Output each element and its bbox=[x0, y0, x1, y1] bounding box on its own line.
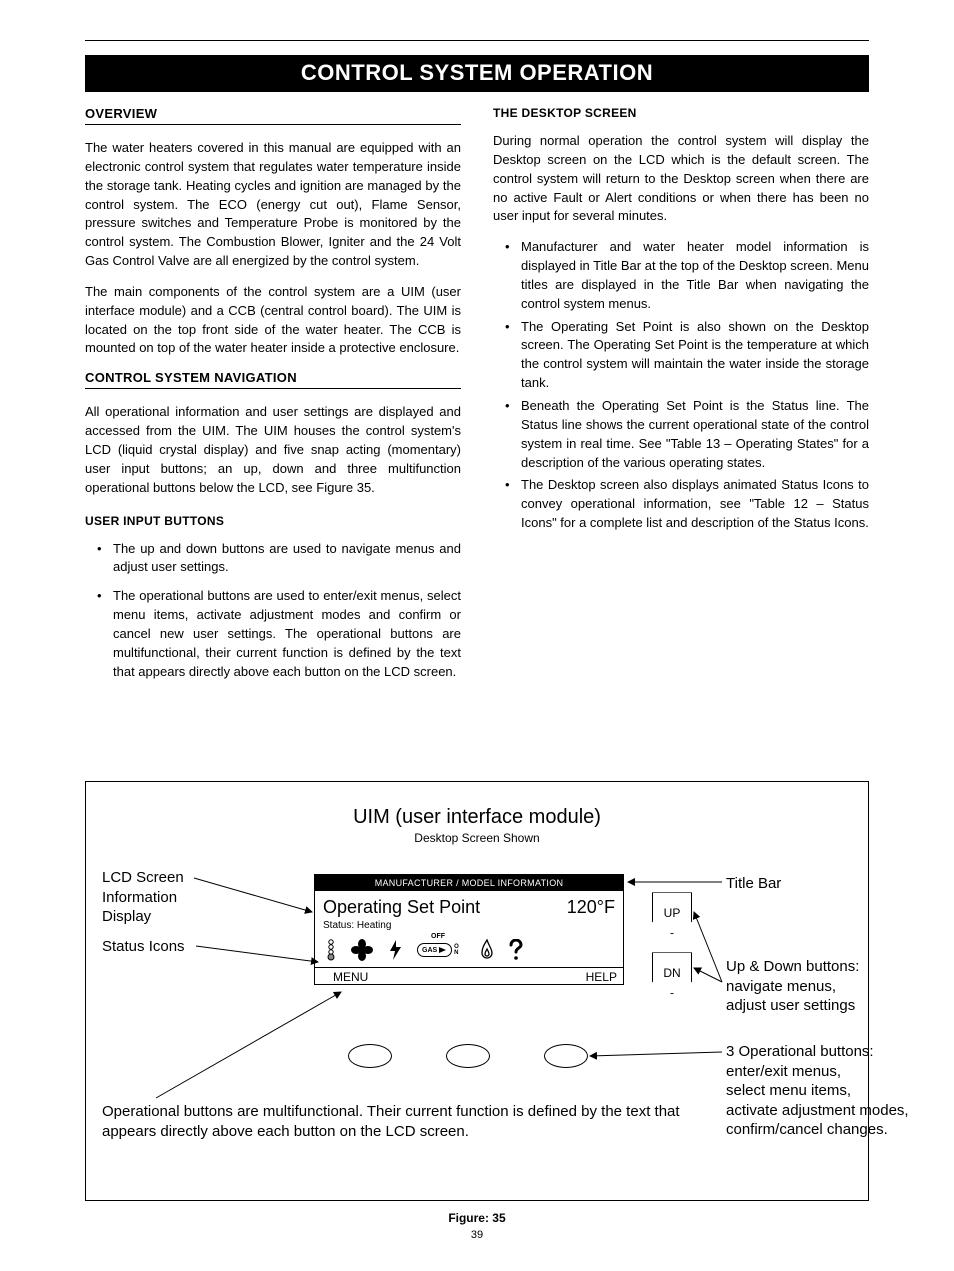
help-label: HELP bbox=[586, 970, 617, 984]
spark-icon bbox=[387, 939, 403, 961]
menu-label: MENU bbox=[333, 970, 368, 984]
left-column: OVERVIEW The water heaters covered in th… bbox=[85, 106, 461, 691]
lcd-status-line: Status: Heating bbox=[323, 920, 615, 931]
uib-item-2: The operational buttons are used to ente… bbox=[85, 587, 461, 681]
callout-op-note: Operational buttons are multifunctional.… bbox=[102, 1102, 702, 1141]
overview-p2: The main components of the control syste… bbox=[85, 283, 461, 358]
desktop-item-1: Manufacturer and water heater model info… bbox=[493, 238, 869, 313]
lcd-setpoint-row: Operating Set Point 120°F bbox=[323, 897, 615, 918]
lcd-screen: MANUFACTURER / MODEL INFORMATION Operati… bbox=[314, 874, 624, 985]
callout-title-bar: Title Bar bbox=[726, 874, 781, 894]
question-icon bbox=[509, 939, 523, 961]
lcd-body: Operating Set Point 120°F Status: Heatin… bbox=[315, 891, 623, 967]
uib-list: The up and down buttons are used to navi… bbox=[85, 540, 461, 682]
desktop-item-3: Beneath the Operating Set Point is the S… bbox=[493, 397, 869, 472]
overview-p1: The water heaters covered in this manual… bbox=[85, 139, 461, 271]
operational-button-2 bbox=[446, 1044, 490, 1068]
lcd-bottom-row: MENU HELP bbox=[315, 967, 623, 984]
desktop-p1: During normal operation the control syst… bbox=[493, 132, 869, 226]
setpoint-value: 120°F bbox=[567, 897, 615, 918]
figure-35-box: UIM (user interface module) Desktop Scre… bbox=[85, 781, 869, 1201]
up-button: UP bbox=[652, 892, 692, 934]
gas-off-label: OFF bbox=[431, 933, 445, 940]
operational-button-1 bbox=[348, 1044, 392, 1068]
desktop-item-2: The Operating Set Point is also shown on… bbox=[493, 318, 869, 393]
dn-label: DN bbox=[663, 966, 680, 980]
callout-status-icons: Status Icons bbox=[102, 937, 185, 957]
fan-icon bbox=[351, 939, 373, 961]
page-number: 39 bbox=[85, 1229, 869, 1241]
uib-heading: USER INPUT BUTTONS bbox=[85, 514, 461, 528]
desktop-item-4: The Desktop screen also displays animate… bbox=[493, 476, 869, 533]
two-column-layout: OVERVIEW The water heaters covered in th… bbox=[85, 106, 869, 691]
figure-subtitle: Desktop Screen Shown bbox=[106, 831, 848, 845]
callout-op-buttons: 3 Operational buttons: enter/exit menus,… bbox=[726, 1042, 909, 1140]
gas-valve-icon: OFF GAS O N bbox=[417, 939, 465, 961]
up-label: UP bbox=[664, 906, 681, 920]
uib-item-1: The up and down buttons are used to navi… bbox=[85, 540, 461, 578]
section-banner: CONTROL SYSTEM OPERATION bbox=[85, 55, 869, 92]
setpoint-label: Operating Set Point bbox=[323, 897, 480, 918]
nav-heading: CONTROL SYSTEM NAVIGATION bbox=[85, 370, 461, 389]
desktop-heading: THE DESKTOP SCREEN bbox=[493, 106, 869, 120]
operational-button-3 bbox=[544, 1044, 588, 1068]
nav-p1: All operational information and user set… bbox=[85, 403, 461, 497]
flame-icon bbox=[479, 939, 495, 961]
thermometer-icon bbox=[325, 939, 337, 961]
figure-caption: Figure: 35 bbox=[85, 1211, 869, 1225]
figure-title: UIM (user interface module) bbox=[106, 806, 848, 829]
overview-heading: OVERVIEW bbox=[85, 106, 461, 125]
callout-lcd: LCD Screen Information Display bbox=[102, 868, 184, 927]
lcd-titlebar: MANUFACTURER / MODEL INFORMATION bbox=[315, 875, 623, 891]
gas-label: GAS bbox=[422, 947, 437, 954]
lcd-status-icons: OFF GAS O N bbox=[325, 939, 615, 961]
top-rule bbox=[85, 40, 869, 41]
callout-up-down: Up & Down buttons: navigate menus, adjus… bbox=[726, 957, 859, 1016]
desktop-list: Manufacturer and water heater model info… bbox=[493, 238, 869, 533]
gas-on-label: O N bbox=[454, 944, 459, 956]
right-column: THE DESKTOP SCREEN During normal operati… bbox=[493, 106, 869, 691]
down-button: DN bbox=[652, 952, 692, 994]
gas-arrow-icon bbox=[439, 946, 447, 954]
